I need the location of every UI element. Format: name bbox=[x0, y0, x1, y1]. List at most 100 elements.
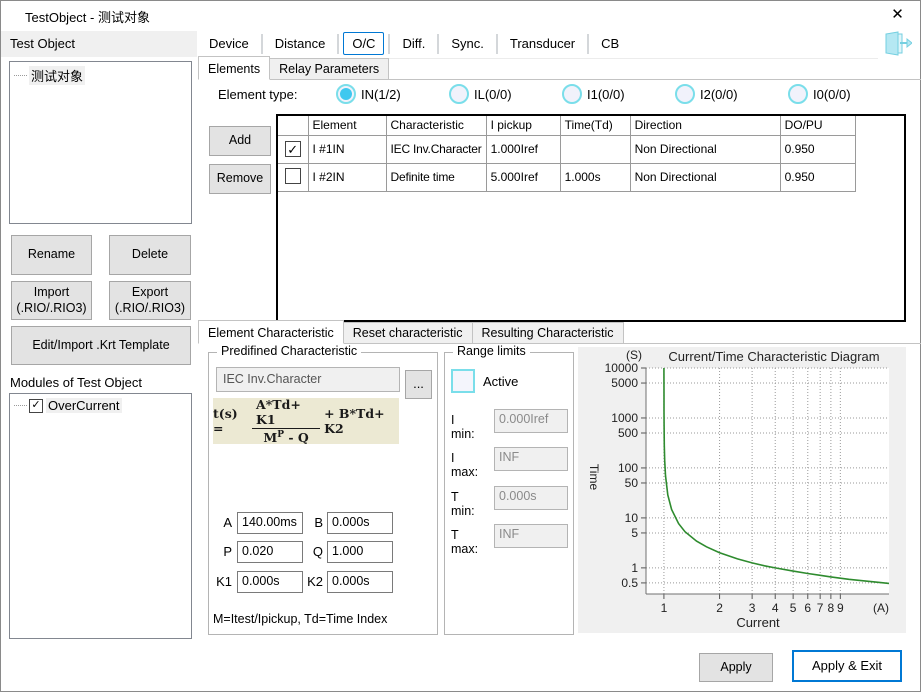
tab-elements[interactable]: Elements bbox=[198, 56, 270, 80]
cell-element[interactable]: I #1IN bbox=[308, 135, 386, 163]
chart-svg: 10000500010005001005010510.5123456789Cur… bbox=[578, 347, 906, 633]
element-type-label: Element type: bbox=[218, 87, 298, 102]
param-input-k1[interactable]: 0.000s bbox=[237, 571, 303, 593]
param-input-q[interactable]: 1.000 bbox=[327, 541, 393, 563]
tab-relay-parameters[interactable]: Relay Parameters bbox=[269, 58, 389, 79]
row-checkbox[interactable]: ✓ bbox=[285, 141, 301, 157]
column-header-direction: Direction bbox=[630, 116, 780, 135]
tree-item-label: 测试对象 bbox=[29, 66, 85, 85]
svg-text:Current: Current bbox=[736, 615, 780, 630]
remove-label: Remove bbox=[217, 171, 264, 187]
range-label-t-min: T min: bbox=[451, 490, 475, 518]
cell-characteristic[interactable]: Definite time bbox=[386, 163, 486, 191]
browse-button[interactable]: ... bbox=[405, 370, 432, 399]
active-checkbox[interactable] bbox=[451, 369, 475, 393]
top-tab-bar: DeviceDistance O/C Diff.Sync.TransducerCB bbox=[198, 29, 878, 59]
param-input-p[interactable]: 0.020 bbox=[237, 541, 303, 563]
element-type-option-i0-0-0[interactable]: I0(0/0) bbox=[788, 84, 901, 104]
tab-separator bbox=[587, 34, 589, 54]
add-button[interactable]: Add bbox=[209, 126, 271, 156]
import-label: Import bbox=[34, 285, 69, 301]
svg-text:500: 500 bbox=[618, 426, 638, 440]
test-object-header: Test Object bbox=[1, 31, 197, 57]
element-type-option-il-0-0[interactable]: IL(0/0) bbox=[449, 84, 562, 104]
cell-i-pickup[interactable]: 5.000Iref bbox=[486, 163, 560, 191]
delete-label: Delete bbox=[132, 247, 168, 263]
svg-text:1000: 1000 bbox=[611, 411, 638, 425]
rename-button[interactable]: Rename bbox=[11, 235, 92, 275]
table-row: I #2INDefinite time5.000Iref1.000sNon Di… bbox=[278, 163, 855, 191]
row-checkbox-cell bbox=[278, 163, 308, 191]
column-header-checkbox bbox=[278, 116, 308, 135]
modules-label: Modules of Test Object bbox=[10, 375, 142, 390]
export-button[interactable]: Export (.RIO/.RIO3) bbox=[109, 281, 191, 320]
radio-label: IL(0/0) bbox=[474, 87, 512, 102]
svg-text:7: 7 bbox=[817, 601, 824, 615]
tab-separator bbox=[388, 34, 390, 54]
radio-icon[interactable] bbox=[675, 84, 695, 104]
row-checkbox[interactable] bbox=[285, 168, 301, 184]
element-type-option-i2-0-0[interactable]: I2(0/0) bbox=[675, 84, 788, 104]
radio-icon[interactable] bbox=[449, 84, 469, 104]
range-limits-label: Range limits bbox=[453, 344, 530, 358]
row-checkbox-cell: ✓ bbox=[278, 135, 308, 163]
cell-direction[interactable]: Non Directional bbox=[630, 163, 780, 191]
formula-numerator: A*Td+ K1 bbox=[252, 397, 320, 429]
svg-text:9: 9 bbox=[837, 601, 844, 615]
column-header-time-td: Time(Td) bbox=[560, 116, 630, 135]
titlebar: TestObject - 测试对象 ✕ bbox=[1, 1, 920, 29]
top-tab-cb[interactable]: CB bbox=[590, 32, 630, 55]
rename-label: Rename bbox=[28, 247, 75, 263]
tab-resulting-characteristic[interactable]: Resulting Characteristic bbox=[472, 322, 624, 343]
close-icon[interactable]: ✕ bbox=[875, 1, 920, 29]
element-type-option-in-1-2[interactable]: IN(1/2) bbox=[336, 84, 449, 104]
cell-element[interactable]: I #2IN bbox=[308, 163, 386, 191]
svg-text:1: 1 bbox=[631, 561, 638, 575]
edit-import-template-button[interactable]: Edit/Import .Krt Template bbox=[11, 326, 191, 365]
remove-button[interactable]: Remove bbox=[209, 164, 271, 194]
tab-element-characteristic[interactable]: Element Characteristic bbox=[198, 320, 344, 344]
formula-lhs: t(s) = bbox=[213, 406, 248, 436]
edit-import-template-label: Edit/Import .Krt Template bbox=[32, 338, 169, 354]
exit-icon[interactable] bbox=[884, 31, 912, 56]
overcurrent-checkbox[interactable]: ✓ bbox=[29, 399, 43, 413]
cell-do-pu[interactable]: 0.950 bbox=[780, 163, 855, 191]
param-input-a[interactable]: 140.00ms bbox=[237, 512, 303, 534]
param-input-b[interactable]: 0.000s bbox=[327, 512, 393, 534]
top-tab-o-c[interactable]: O/C bbox=[343, 32, 384, 55]
range-label-i-max: I max: bbox=[451, 451, 478, 479]
radio-icon[interactable] bbox=[562, 84, 582, 104]
top-tab-distance[interactable]: Distance bbox=[264, 32, 337, 55]
cell-characteristic[interactable]: IEC Inv.Character bbox=[386, 135, 486, 163]
cell-direction[interactable]: Non Directional bbox=[630, 135, 780, 163]
cell-i-pickup[interactable]: 1.000Iref bbox=[486, 135, 560, 163]
cell-time-td[interactable]: 0.200 bbox=[560, 135, 630, 163]
top-tab-sync[interactable]: Sync. bbox=[440, 32, 495, 55]
characteristic-chart: 10000500010005001005010510.5123456789Cur… bbox=[578, 347, 906, 633]
column-header-do-pu: DO/PU bbox=[780, 116, 855, 135]
tree-item-overcurrent[interactable]: ✓ OverCurrent bbox=[10, 394, 191, 415]
apply-button[interactable]: Apply bbox=[699, 653, 773, 682]
delete-button[interactable]: Delete bbox=[109, 235, 191, 275]
cell-time-td[interactable]: 1.000s bbox=[560, 163, 630, 191]
apply-exit-button[interactable]: Apply & Exit bbox=[792, 650, 902, 682]
cell-do-pu[interactable]: 0.950 bbox=[780, 135, 855, 163]
column-header-i-pickup: I pickup bbox=[486, 116, 560, 135]
svg-text:Current/Time Characteristic Di: Current/Time Characteristic Diagram bbox=[668, 349, 879, 364]
export-label: Export bbox=[132, 285, 168, 301]
top-tab-transducer[interactable]: Transducer bbox=[499, 32, 586, 55]
tree-item-test-object[interactable]: 测试对象 bbox=[10, 62, 191, 87]
svg-text:5000: 5000 bbox=[611, 376, 638, 390]
radio-icon[interactable] bbox=[788, 84, 808, 104]
top-tab-device[interactable]: Device bbox=[198, 32, 260, 55]
tab-reset-characteristic[interactable]: Reset characteristic bbox=[343, 322, 473, 343]
param-input-k2[interactable]: 0.000s bbox=[327, 571, 393, 593]
element-type-option-i1-0-0[interactable]: I1(0/0) bbox=[562, 84, 675, 104]
radio-icon[interactable] bbox=[336, 84, 356, 104]
add-label: Add bbox=[229, 133, 251, 149]
test-object-tree: 测试对象 bbox=[9, 61, 192, 224]
import-button[interactable]: Import (.RIO/.RIO3) bbox=[11, 281, 92, 320]
active-label: Active bbox=[483, 374, 518, 389]
svg-text:0.5: 0.5 bbox=[621, 576, 638, 590]
top-tab-diff[interactable]: Diff. bbox=[391, 32, 436, 55]
